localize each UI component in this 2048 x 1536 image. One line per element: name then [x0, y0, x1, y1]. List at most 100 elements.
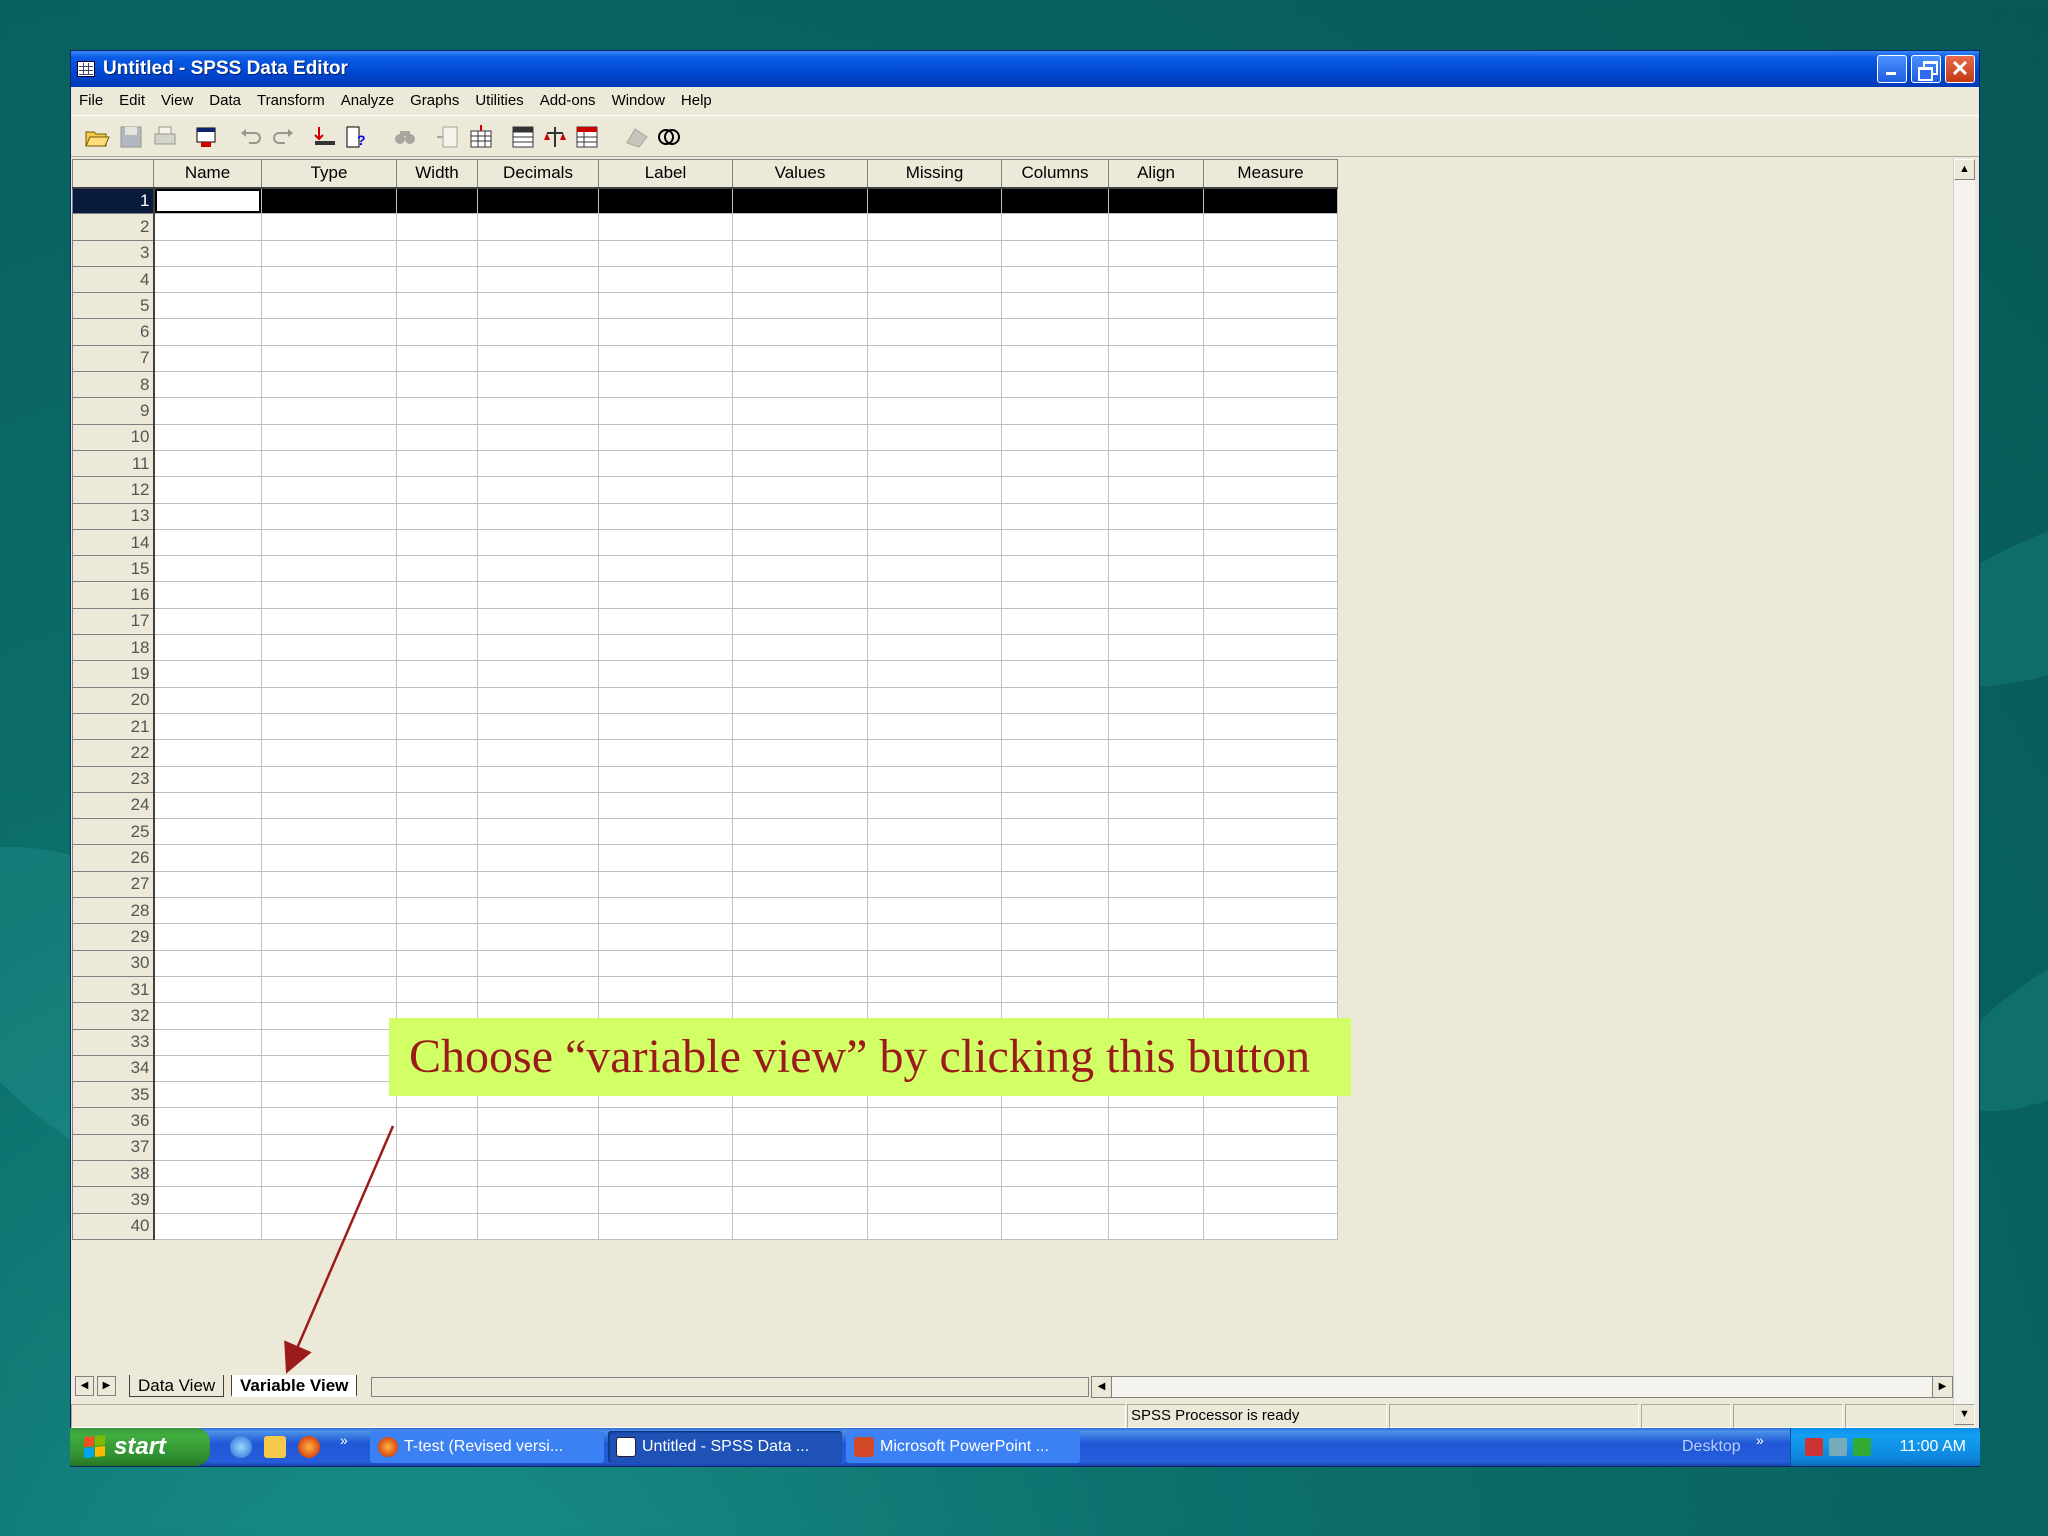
- grid-cell-decimals[interactable]: [477, 186, 599, 215]
- grid-cell-values[interactable]: [732, 318, 868, 346]
- grid-cell-type[interactable]: [261, 1107, 397, 1135]
- grid-cell-decimals[interactable]: [477, 660, 599, 688]
- grid-cell-measure[interactable]: [1203, 1159, 1338, 1188]
- grid-cell-columns[interactable]: [1001, 1212, 1109, 1240]
- menu-file[interactable]: File: [71, 92, 111, 109]
- grid-cell-label[interactable]: [598, 686, 733, 714]
- close-button[interactable]: ✕: [1945, 55, 1975, 83]
- insert-variable-icon[interactable]: [467, 123, 495, 151]
- grid-cell-name[interactable]: [153, 660, 262, 688]
- grid-cell-width[interactable]: [396, 265, 478, 294]
- grid-cell-decimals[interactable]: [477, 213, 599, 241]
- variables-icon[interactable]: ?: [343, 123, 371, 151]
- row-header[interactable]: 33: [72, 1028, 155, 1056]
- grid-cell-decimals[interactable]: [477, 265, 599, 294]
- tab-variable-view[interactable]: Variable View: [231, 1375, 358, 1397]
- grid-cell-measure[interactable]: [1203, 1133, 1338, 1161]
- grid-cell-values[interactable]: [732, 423, 868, 451]
- row-header[interactable]: 17: [72, 607, 155, 636]
- grid-cell-name[interactable]: [153, 897, 262, 925]
- grid-cell-decimals[interactable]: [477, 528, 599, 557]
- column-header-name[interactable]: Name: [153, 159, 262, 189]
- row-header[interactable]: 20: [72, 686, 155, 714]
- grid-cell-label[interactable]: [598, 739, 733, 767]
- grid-cell-decimals[interactable]: [477, 791, 599, 820]
- grid-cell-columns[interactable]: [1001, 213, 1109, 241]
- grid-cell-columns[interactable]: [1001, 344, 1109, 373]
- column-header-columns[interactable]: Columns: [1001, 159, 1109, 189]
- grid-cell-missing[interactable]: [867, 581, 1002, 609]
- grid-cell-align[interactable]: [1108, 476, 1204, 504]
- grid-cell-decimals[interactable]: [477, 1212, 599, 1240]
- grid-cell-values[interactable]: [732, 712, 868, 741]
- grid-cell-decimals[interactable]: [477, 449, 599, 478]
- network-icon[interactable]: [1829, 1438, 1847, 1456]
- grid-cell-name[interactable]: [153, 949, 262, 977]
- grid-cell-name[interactable]: [153, 607, 262, 636]
- grid-cell-align[interactable]: [1108, 923, 1204, 951]
- grid-cell-label[interactable]: [598, 1159, 733, 1188]
- grid-cell-decimals[interactable]: [477, 318, 599, 346]
- column-header-missing[interactable]: Missing: [867, 159, 1002, 189]
- grid-cell-type[interactable]: [261, 897, 397, 925]
- row-header[interactable]: 19: [72, 660, 155, 688]
- column-header-width[interactable]: Width: [396, 159, 478, 189]
- grid-cell-columns[interactable]: [1001, 923, 1109, 951]
- grid-cell-align[interactable]: [1108, 686, 1204, 714]
- grid-cell-missing[interactable]: [867, 397, 1002, 425]
- grid-cell-decimals[interactable]: [477, 239, 599, 267]
- grid-cell-values[interactable]: [732, 660, 868, 688]
- grid-cell-label[interactable]: [598, 660, 733, 688]
- grid-cell-measure[interactable]: [1203, 318, 1338, 346]
- grid-cell-name[interactable]: [153, 239, 262, 267]
- grid-cell-type[interactable]: [261, 239, 397, 267]
- grid-cell-decimals[interactable]: [477, 1186, 599, 1214]
- grid-cell-align[interactable]: [1108, 1107, 1204, 1135]
- grid-cell-type[interactable]: [261, 265, 397, 294]
- grid-cell-name[interactable]: [153, 449, 262, 478]
- grid-cell-name[interactable]: [153, 1054, 262, 1083]
- grid-cell-columns[interactable]: [1001, 818, 1109, 846]
- grid-cell-measure[interactable]: [1203, 265, 1338, 294]
- grid-cell-label[interactable]: [598, 239, 733, 267]
- grid-cell-measure[interactable]: [1203, 449, 1338, 478]
- grid-cell-type[interactable]: [261, 528, 397, 557]
- grid-cell-align[interactable]: [1108, 292, 1204, 320]
- grid-cell-decimals[interactable]: [477, 476, 599, 504]
- open-icon[interactable]: [83, 123, 111, 151]
- grid-cell-measure[interactable]: [1203, 1107, 1338, 1135]
- grid-cell-values[interactable]: [732, 239, 868, 267]
- grid-cell-values[interactable]: [732, 1159, 868, 1188]
- grid-cell-label[interactable]: [598, 923, 733, 951]
- grid-cell-missing[interactable]: [867, 844, 1002, 872]
- grid-cell-values[interactable]: [732, 265, 868, 294]
- grid-cell-decimals[interactable]: [477, 949, 599, 977]
- grid-cell-type[interactable]: [261, 555, 397, 583]
- grid-cell-missing[interactable]: [867, 739, 1002, 767]
- grid-cell-align[interactable]: [1108, 975, 1204, 1004]
- taskbar-item-ttest[interactable]: T-test (Revised versi...: [370, 1431, 604, 1463]
- grid-cell-type[interactable]: [261, 1186, 397, 1214]
- grid-cell-measure[interactable]: [1203, 371, 1338, 399]
- grid-cell-missing[interactable]: [867, 265, 1002, 294]
- grid-cell-align[interactable]: [1108, 607, 1204, 636]
- grid-cell-measure[interactable]: [1203, 844, 1338, 872]
- grid-cell-name[interactable]: [153, 1081, 262, 1109]
- grid-cell-columns[interactable]: [1001, 897, 1109, 925]
- grid-cell-label[interactable]: [598, 1133, 733, 1161]
- grid-cell-columns[interactable]: [1001, 265, 1109, 294]
- grid-cell-values[interactable]: [732, 1186, 868, 1214]
- grid-cell-width[interactable]: [396, 897, 478, 925]
- grid-cell-type[interactable]: [261, 712, 397, 741]
- grid-cell-width[interactable]: [396, 502, 478, 530]
- grid-cell-values[interactable]: [732, 528, 868, 557]
- row-header[interactable]: 39: [72, 1186, 155, 1214]
- grid-cell-width[interactable]: [396, 844, 478, 872]
- grid-cell-align[interactable]: [1108, 791, 1204, 820]
- grid-cell-columns[interactable]: [1001, 186, 1109, 215]
- grid-cell-columns[interactable]: [1001, 634, 1109, 662]
- grid-cell-label[interactable]: [598, 712, 733, 741]
- grid-cell-values[interactable]: [732, 791, 868, 820]
- column-header-decimals[interactable]: Decimals: [477, 159, 599, 189]
- grid-cell-measure[interactable]: [1203, 1212, 1338, 1240]
